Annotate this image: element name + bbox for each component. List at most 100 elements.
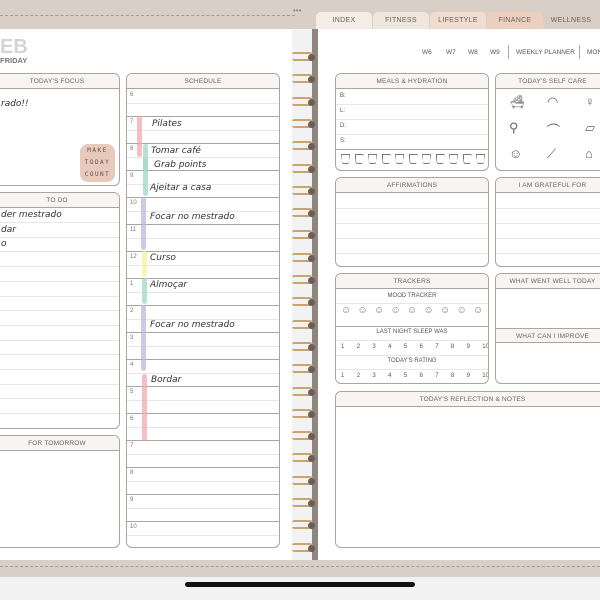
todo-box[interactable]: TO DO der mestrado dar o (0, 192, 120, 429)
water-glass-icon[interactable] (354, 154, 364, 164)
tweezers-icon[interactable]: ⟋ (547, 146, 556, 162)
sleep-rating-option[interactable]: 2 (357, 344, 360, 350)
todo-line[interactable] (0, 266, 119, 268)
window-handle-dots[interactable]: ••• (293, 6, 301, 15)
tab-lifestyle[interactable]: LIFESTYLE (430, 12, 486, 29)
todo-line[interactable] (0, 427, 119, 428)
schedule-event[interactable]: Ajeitar a casa (150, 183, 211, 193)
todo-line[interactable] (0, 398, 119, 400)
affirmations-box[interactable]: AFFIRMATIONS (335, 177, 489, 267)
todo-line[interactable] (0, 354, 119, 356)
todo-line[interactable] (0, 310, 119, 312)
mood-face-icon[interactable]: ☺ (374, 305, 384, 316)
divider (508, 45, 509, 59)
water-glass-icon[interactable] (381, 154, 391, 164)
day-rating-option[interactable]: 3 (372, 373, 375, 379)
day-rating-option[interactable]: 7 (435, 373, 438, 379)
mood-face-icon[interactable]: ☺ (341, 305, 351, 316)
mood-face-icon[interactable]: ☺ (358, 305, 368, 316)
trackers-box[interactable]: TRACKERS MOOD TRACKER ☺ ☺ ☺ ☺ ☺ ☺ ☺ ☺ ☺ LAST NIGHT… (335, 273, 489, 384)
face-mask-icon[interactable]: ☺ (509, 146, 522, 161)
week-link-w6[interactable]: W6 (422, 49, 432, 56)
sleep-mask-icon[interactable]: ◠ (547, 94, 558, 110)
schedule-event[interactable]: Curso (150, 253, 176, 263)
todo-line[interactable] (0, 339, 119, 341)
monthly-link[interactable]: MON (587, 49, 600, 56)
sleep-rating-option[interactable]: 5 (404, 344, 407, 350)
schedule-box[interactable]: SCHEDULE 6 7 8 9 10 11 12 1 2 3 4 5 6 7 8 9 10 Pilates Tom… (126, 73, 280, 548)
day-rating-option[interactable]: 1 (341, 373, 344, 379)
day-rating-option[interactable]: 4 (388, 373, 391, 379)
todo-line[interactable] (0, 383, 119, 385)
sleep-rating-option[interactable]: 4 (388, 344, 391, 350)
sticker-line: COUNT (84, 171, 111, 178)
tab-finance[interactable]: FINANCE (487, 12, 543, 29)
water-glass-icon[interactable] (462, 154, 472, 164)
todo-line[interactable] (0, 324, 119, 326)
lotion-tube-icon[interactable]: ▱ (585, 120, 595, 136)
todo-line[interactable] (0, 280, 119, 282)
mood-face-icon[interactable]: ☺ (424, 305, 434, 316)
grateful-box[interactable]: I AM GRATEFUL FOR (495, 177, 600, 267)
week-link-w8[interactable]: W8 (468, 49, 478, 56)
schedule-event[interactable]: Pilates (152, 119, 182, 129)
home-indicator[interactable] (185, 582, 415, 587)
mood-face-icon[interactable]: ☺ (473, 305, 483, 316)
mood-face-icon[interactable]: ☺ (457, 305, 467, 316)
schedule-event[interactable]: Bordar (151, 375, 181, 385)
tab-fitness[interactable]: FITNESS (373, 12, 429, 29)
sleep-rating-option[interactable]: 3 (372, 344, 375, 350)
writing-line (496, 253, 600, 254)
day-rating-option[interactable]: 6 (420, 373, 423, 379)
water-glass-icon[interactable] (368, 154, 377, 164)
sleep-rating-option[interactable]: 9 (467, 344, 470, 350)
water-glass-icon[interactable] (408, 154, 418, 164)
shower-icon[interactable]: ⌒ (547, 120, 560, 139)
todo-line[interactable] (0, 295, 119, 297)
water-glass-icon[interactable] (476, 154, 485, 164)
self-care-box[interactable]: TODAY'S SELF CARE 🛁︎ ◠ ♀ ⚲ ⌒ ▱ ☺ ⟋ ⌂ (495, 73, 600, 171)
meals-hydration-box[interactable]: MEALS & HYDRATION B: L: D: S: (335, 73, 489, 171)
mood-face-icon[interactable]: ☺ (440, 305, 450, 316)
schedule-event[interactable]: Grab points (154, 160, 206, 170)
day-rating-option[interactable]: 8 (451, 373, 454, 379)
mood-face-icon[interactable]: ☺ (407, 305, 417, 316)
schedule-event[interactable]: Almoçar (150, 280, 187, 290)
mirror-icon[interactable]: ♀ (585, 94, 595, 109)
sleep-rating-option[interactable]: 8 (451, 344, 454, 350)
water-glass-icon[interactable] (449, 154, 458, 164)
day-rating-option[interactable]: 10 (482, 373, 488, 379)
water-glass-icon[interactable] (422, 154, 431, 164)
todo-line[interactable] (0, 369, 119, 370)
schedule-event[interactable]: Tomar café (151, 146, 201, 156)
week-link-w9[interactable]: W9 (490, 49, 500, 56)
day-rating-option[interactable]: 2 (357, 373, 360, 379)
nail-polish-icon[interactable]: ⌂ (585, 146, 593, 161)
day-rating-option[interactable]: 5 (404, 373, 407, 379)
todo-line[interactable] (0, 236, 119, 238)
sleep-rating-option[interactable]: 6 (420, 344, 423, 350)
todo-line[interactable] (0, 413, 119, 415)
tab-index[interactable]: INDEX (316, 12, 372, 29)
todays-focus-box[interactable]: TODAY'S FOCUS rado!! MAKE TODAY COUNT (0, 73, 120, 186)
water-glass-icon[interactable] (395, 154, 404, 164)
water-glass-icon[interactable] (341, 154, 350, 164)
sleep-rating-option[interactable]: 7 (435, 344, 438, 350)
bathtub-icon[interactable]: 🛁︎ (509, 94, 526, 110)
day-rating-option[interactable]: 9 (467, 373, 470, 379)
sleep-rating-option[interactable]: 1 (341, 344, 344, 350)
sleep-rating-option[interactable]: 10 (482, 344, 488, 350)
todo-line[interactable] (0, 222, 119, 223)
mood-face-icon[interactable]: ☺ (391, 305, 401, 316)
week-link-w7[interactable]: W7 (446, 49, 456, 56)
todo-line[interactable] (0, 251, 119, 253)
tab-wellness[interactable]: WELLNESS (543, 12, 599, 29)
water-glass-icon[interactable] (435, 154, 445, 164)
reflection-notes-box[interactable]: TODAY'S REFLECTION & NOTES (335, 391, 600, 548)
weekly-planner-link[interactable]: WEEKLY PLANNER (516, 49, 575, 56)
schedule-event[interactable]: Focar no mestrado (150, 212, 235, 222)
for-tomorrow-box[interactable]: FOR TOMORROW (0, 435, 120, 548)
reflection-questions-box[interactable]: WHAT WENT WELL TODAY WHAT CAN I IMPROVE (495, 273, 600, 384)
dumbbell-icon[interactable]: ⚲ (509, 120, 519, 136)
schedule-event[interactable]: Focar no mestrado (150, 320, 235, 330)
